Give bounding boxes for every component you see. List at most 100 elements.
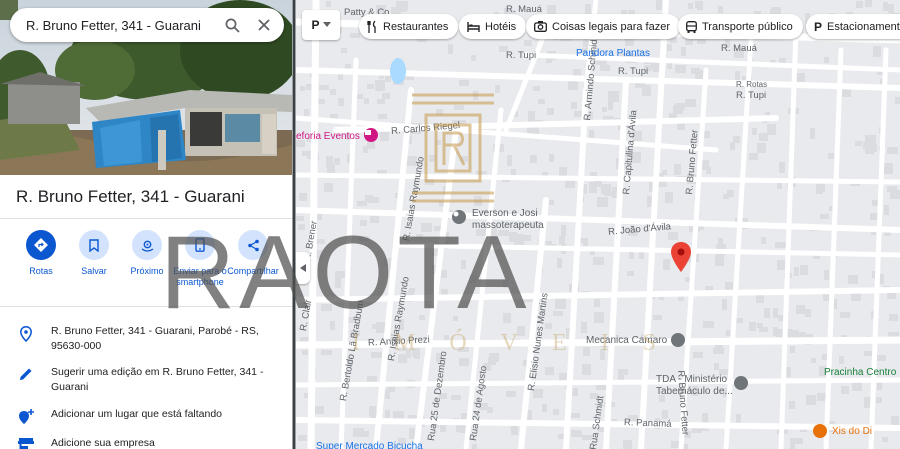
map-building (855, 141, 862, 146)
chip-transit[interactable]: Transporte público (678, 14, 803, 39)
action-label: Rotas (29, 266, 53, 276)
map-building (828, 153, 834, 159)
map-building (749, 322, 756, 331)
map-building (663, 259, 670, 270)
map-building (796, 305, 805, 314)
map-building (559, 236, 565, 244)
chip-restaurants[interactable]: Restaurantes (359, 14, 459, 39)
map-building (667, 63, 672, 69)
place-label[interactable]: Pandora Plantas (576, 48, 650, 59)
chip-parking[interactable]: P Estacionamento (806, 14, 900, 39)
search-icon[interactable] (216, 9, 248, 41)
map-building (538, 99, 545, 104)
place-label[interactable]: Super Mercado Bicucha (316, 441, 423, 449)
map-building (472, 444, 477, 449)
place-label[interactable]: Pracinha Centro (824, 367, 896, 378)
map-building (764, 308, 770, 318)
chevron-down-icon (322, 22, 331, 27)
suggest-edit-text: Sugerir uma edição em R. Bruno Fetter, 3… (51, 366, 264, 393)
map-building (533, 86, 540, 91)
map-building (448, 44, 453, 54)
map-building (665, 192, 673, 203)
map-building (718, 6, 723, 13)
map-building (794, 267, 799, 276)
add-business-row[interactable]: Adicione sua empresa (0, 436, 292, 449)
directions-button[interactable]: Rotas (12, 230, 70, 277)
map-building (326, 1, 331, 7)
street-label: R. Mauá (721, 43, 757, 54)
map-building (594, 299, 600, 307)
place-pin-icon[interactable] (813, 424, 827, 438)
map-building (820, 214, 829, 219)
map-building (545, 367, 554, 375)
suggest-edit-row[interactable]: Sugerir uma edição em R. Bruno Fetter, 3… (0, 365, 292, 395)
map-building (811, 358, 816, 363)
add-missing-place-row[interactable]: Adicionar um lugar que está faltando (0, 407, 292, 425)
map-building (759, 133, 768, 141)
store-icon (0, 436, 51, 449)
map-building (597, 197, 608, 207)
map-building (703, 321, 714, 328)
chip-label: Transporte público (702, 20, 793, 33)
map-building (730, 142, 735, 150)
map-building (559, 373, 567, 381)
chip-things-to-do[interactable]: Coisas legais para fazer (526, 14, 681, 39)
map-building (350, 33, 360, 38)
map-building (627, 271, 634, 276)
save-button[interactable]: Salvar (65, 230, 123, 277)
map-building (555, 298, 566, 309)
map-building (594, 312, 604, 323)
map-building (319, 85, 329, 90)
map-building (841, 386, 849, 394)
map-building (889, 314, 898, 321)
map-building (647, 196, 652, 207)
map-building (338, 98, 344, 106)
map-building (674, 164, 681, 175)
map-building (341, 48, 347, 53)
map-building (800, 265, 808, 275)
map-building (863, 142, 869, 149)
chip-hotels[interactable]: Hotéis (459, 14, 527, 39)
map-building (789, 401, 795, 409)
map-building (790, 438, 795, 449)
map-building (848, 275, 858, 284)
map-building (824, 57, 829, 63)
map-building (377, 99, 385, 104)
map-building (547, 108, 554, 115)
chip-label: Coisas legais para fazer (552, 20, 671, 33)
map-building (883, 163, 893, 174)
layers-button[interactable]: P (302, 10, 340, 40)
search-box[interactable]: R. Bruno Fetter, 341 - Guarani (10, 8, 284, 42)
map-building (618, 369, 628, 375)
map-building (403, 1, 408, 11)
add-location-icon (0, 407, 51, 425)
map-building (582, 364, 591, 375)
map-building (642, 85, 651, 96)
map-building (706, 167, 711, 174)
place-pin-icon[interactable] (734, 376, 748, 390)
close-icon[interactable] (248, 9, 280, 41)
map-building (629, 252, 634, 259)
map-building (685, 39, 693, 45)
map-building (767, 124, 776, 135)
map-building (656, 0, 662, 10)
map-building (506, 391, 516, 397)
location-icon (0, 324, 51, 354)
map-building (385, 410, 390, 418)
map-building (495, 85, 500, 93)
place-label[interactable]: eforia Eventos (296, 131, 360, 142)
search-input[interactable]: R. Bruno Fetter, 341 - Guarani (26, 18, 216, 33)
map-building (675, 65, 686, 73)
add-business-text: Adicione sua empresa (51, 437, 155, 449)
map-building (733, 136, 740, 143)
place-label[interactable]: Xis do Di (832, 426, 872, 437)
map-building (365, 195, 373, 202)
map-building (367, 84, 374, 89)
map-building (667, 44, 672, 51)
map-building (695, 1, 703, 8)
map-building (299, 193, 307, 201)
map-building (757, 143, 766, 153)
place-pin-icon[interactable] (364, 128, 378, 142)
map-building (840, 312, 850, 318)
map-building (459, 358, 469, 366)
